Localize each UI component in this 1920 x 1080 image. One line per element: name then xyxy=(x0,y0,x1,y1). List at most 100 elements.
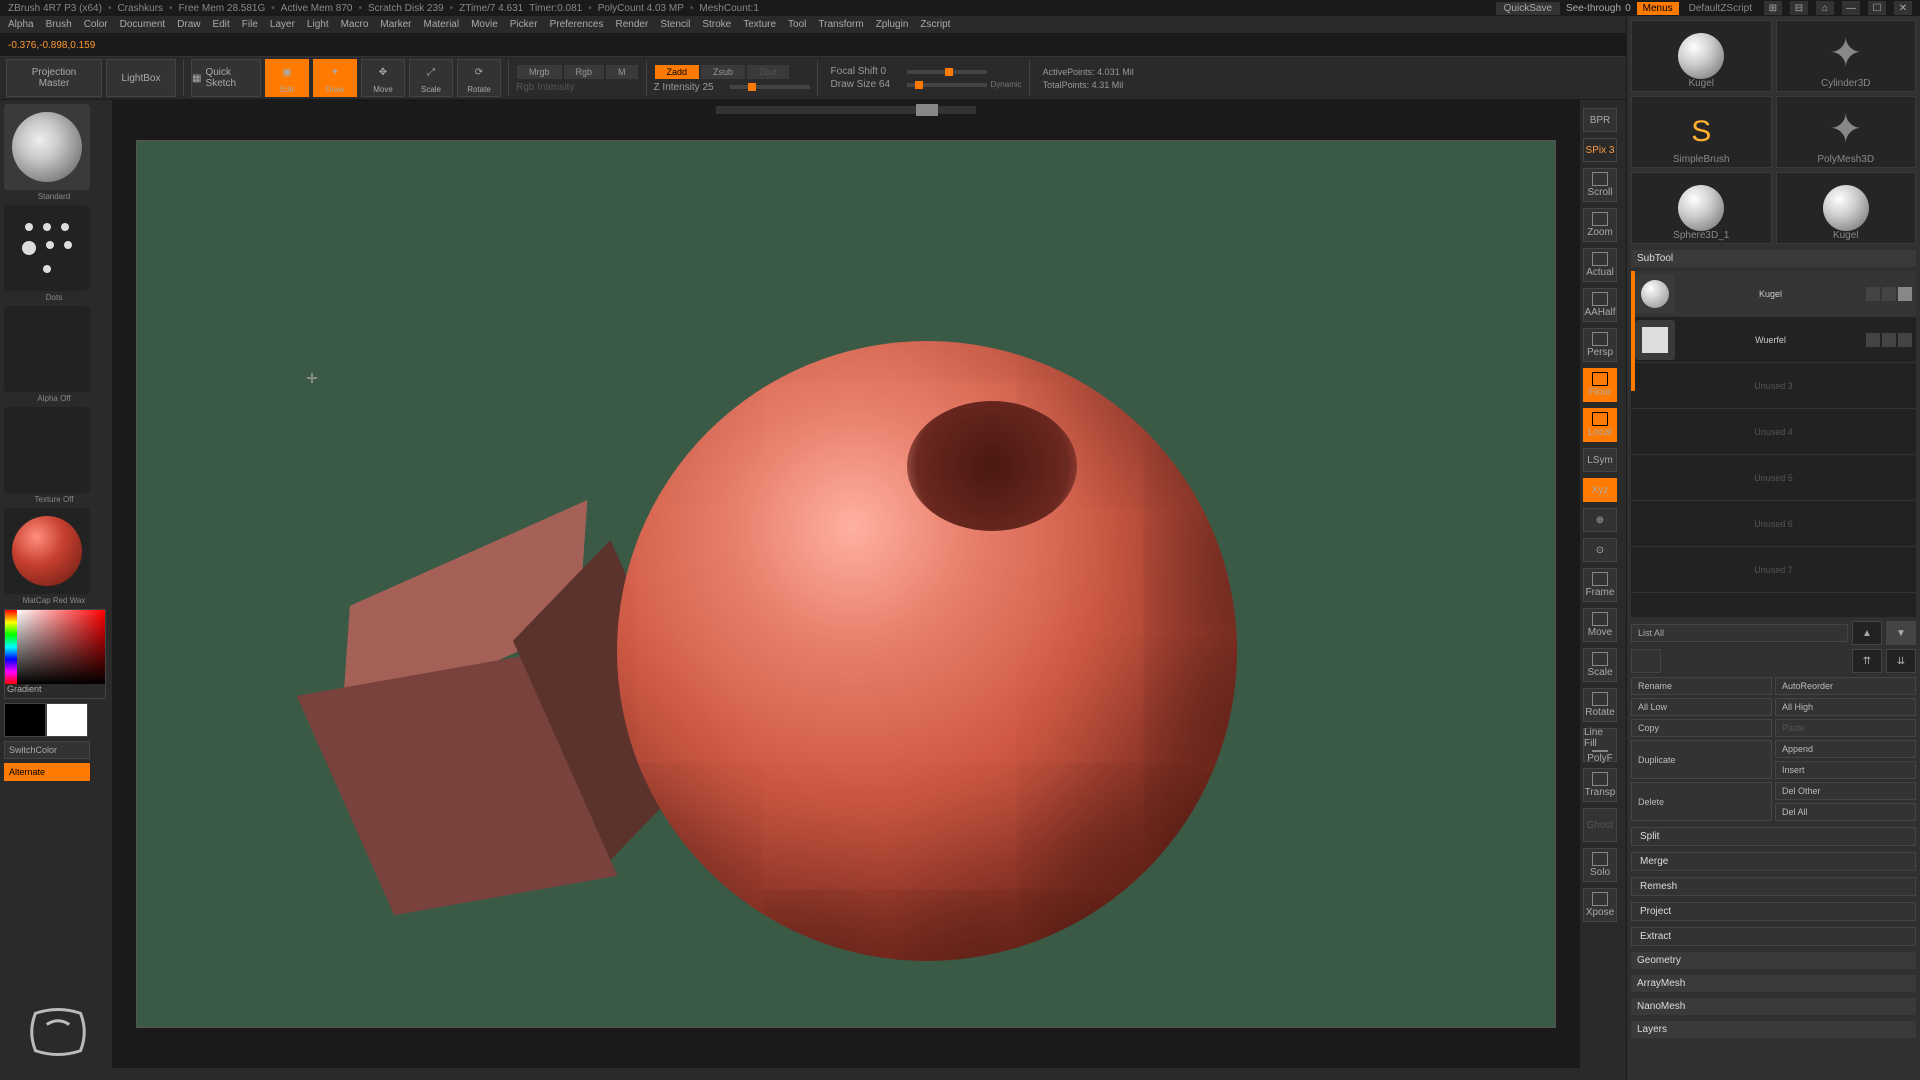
menu-texture[interactable]: Texture xyxy=(743,19,776,30)
menu-macro[interactable]: Macro xyxy=(341,19,369,30)
menu-transform[interactable]: Transform xyxy=(818,19,863,30)
menu-picker[interactable]: Picker xyxy=(510,19,538,30)
layers-header[interactable]: Layers xyxy=(1631,1021,1916,1038)
floor-button[interactable]: Floor xyxy=(1583,368,1617,402)
center-button[interactable]: ⊕ xyxy=(1583,508,1617,532)
xpose-button[interactable]: Xpose xyxy=(1583,888,1617,922)
menu-marker[interactable]: Marker xyxy=(380,19,411,30)
zcut-button[interactable]: Zcut xyxy=(746,64,790,80)
nav-first-button[interactable] xyxy=(1631,649,1661,673)
transp-button[interactable]: Transp xyxy=(1583,768,1617,802)
lightbox-button[interactable]: LightBox xyxy=(106,59,176,97)
split-section[interactable]: Split xyxy=(1631,827,1916,846)
zadd-button[interactable]: Zadd xyxy=(654,64,701,80)
subtool-item-kugel[interactable]: Kugel xyxy=(1631,271,1916,317)
document-viewport[interactable] xyxy=(136,140,1556,1028)
eye-icon[interactable] xyxy=(1898,287,1912,301)
paint-icon[interactable] xyxy=(1866,287,1880,301)
texture-selector[interactable] xyxy=(4,407,90,493)
default-zscript[interactable]: DefaultZScript xyxy=(1685,3,1756,14)
vis-icon[interactable] xyxy=(1882,287,1896,301)
home-icon[interactable]: ⌂ xyxy=(1816,1,1834,15)
menu-edit[interactable]: Edit xyxy=(213,19,230,30)
menus-button[interactable]: Menus xyxy=(1637,2,1679,15)
menu-brush[interactable]: Brush xyxy=(46,19,72,30)
persp-button[interactable]: Persp xyxy=(1583,328,1617,362)
z-intensity-track[interactable] xyxy=(730,85,810,89)
sv-area[interactable] xyxy=(17,610,105,684)
edit-button[interactable]: ▣Edit xyxy=(265,59,309,97)
append-button[interactable]: Append xyxy=(1775,740,1916,758)
dock-icon[interactable]: ⊞ xyxy=(1764,1,1782,15)
close-icon[interactable]: ✕ xyxy=(1894,1,1912,15)
autoreorder-button[interactable]: AutoReorder xyxy=(1775,677,1916,695)
menu-layer[interactable]: Layer xyxy=(270,19,295,30)
menu-color[interactable]: Color xyxy=(84,19,108,30)
tool-sphere3d-1[interactable]: Sphere3D_1 xyxy=(1631,172,1772,244)
nav-scale-button[interactable]: Scale xyxy=(1583,648,1617,682)
primary-color-swatch[interactable] xyxy=(46,703,88,737)
subtool-item-wuerfel[interactable]: Wuerfel xyxy=(1631,317,1916,363)
draw-button[interactable]: ✦Draw xyxy=(313,59,357,97)
menu-alpha[interactable]: Alpha xyxy=(8,19,34,30)
project-section[interactable]: Project xyxy=(1631,902,1916,921)
draw-size-track[interactable] xyxy=(907,83,987,87)
alternate-button[interactable]: Alternate xyxy=(4,763,90,781)
duplicate-button[interactable]: Duplicate xyxy=(1631,740,1772,779)
delete-button[interactable]: Delete xyxy=(1631,782,1772,821)
nanomesh-header[interactable]: NanoMesh xyxy=(1631,998,1916,1015)
all-high-button[interactable]: All High xyxy=(1775,698,1916,716)
del-other-button[interactable]: Del Other xyxy=(1775,782,1916,800)
document-scroll-slider[interactable] xyxy=(716,106,976,114)
all-low-button[interactable]: All Low xyxy=(1631,698,1772,716)
copy-button[interactable]: Copy xyxy=(1631,719,1772,737)
menu-preferences[interactable]: Preferences xyxy=(550,19,604,30)
remesh-section[interactable]: Remesh xyxy=(1631,877,1916,896)
menu-tool[interactable]: Tool xyxy=(788,19,806,30)
del-all-button[interactable]: Del All xyxy=(1775,803,1916,821)
linefill-button[interactable]: Line FillPolyF xyxy=(1583,728,1617,762)
bpr-button[interactable]: BPR xyxy=(1583,108,1617,132)
move-down-button[interactable]: ▼ xyxy=(1886,621,1916,645)
menu-render[interactable]: Render xyxy=(616,19,649,30)
list-all-button[interactable]: List All xyxy=(1631,624,1848,642)
maximize-icon[interactable]: ☐ xyxy=(1868,1,1886,15)
move-down-alt-button[interactable]: ⇊ xyxy=(1886,649,1916,673)
zoom-extents-button[interactable]: ⊙ xyxy=(1583,538,1617,562)
ghost-button[interactable]: Ghost xyxy=(1583,808,1617,842)
tool-kugel[interactable]: Kugel xyxy=(1631,20,1772,92)
menu-stroke[interactable]: Stroke xyxy=(702,19,731,30)
dynamic-label[interactable]: Dynamic xyxy=(991,80,1022,89)
menu-movie[interactable]: Movie xyxy=(471,19,498,30)
quicksave-button[interactable]: QuickSave xyxy=(1496,2,1560,15)
rename-button[interactable]: Rename xyxy=(1631,677,1772,695)
brush-selector[interactable] xyxy=(4,104,90,190)
merge-section[interactable]: Merge xyxy=(1631,852,1916,871)
solo-button[interactable]: Solo xyxy=(1583,848,1617,882)
mrgb-button[interactable]: Mrgb xyxy=(516,64,563,80)
geometry-header[interactable]: Geometry xyxy=(1631,952,1916,969)
menu-zplugin[interactable]: Zplugin xyxy=(876,19,909,30)
move-button[interactable]: ✥Move xyxy=(361,59,405,97)
switch-color-button[interactable]: SwitchColor xyxy=(4,741,90,759)
scale-button[interactable]: ⤢Scale xyxy=(409,59,453,97)
zsub-button[interactable]: Zsub xyxy=(700,64,746,80)
z-intensity-slider[interactable]: Z Intensity 25 xyxy=(654,82,726,93)
menu-zscript[interactable]: Zscript xyxy=(920,19,950,30)
extract-section[interactable]: Extract xyxy=(1631,927,1916,946)
quick-sketch-button[interactable]: ▦ Quick Sketch xyxy=(191,59,261,97)
menu-material[interactable]: Material xyxy=(424,19,460,30)
material-selector[interactable] xyxy=(4,508,90,594)
hue-strip[interactable] xyxy=(5,610,17,684)
vis-icon[interactable] xyxy=(1882,333,1896,347)
spix-slider[interactable]: SPix 3 xyxy=(1583,138,1617,162)
lsym-button[interactable]: LSym xyxy=(1583,448,1617,472)
minimize-icon[interactable]: — xyxy=(1842,1,1860,15)
rotate-button[interactable]: ⟳Rotate xyxy=(457,59,501,97)
move-up-button[interactable]: ▲ xyxy=(1852,621,1882,645)
aahalf-button[interactable]: AAHalf xyxy=(1583,288,1617,322)
zoom-button[interactable]: Zoom xyxy=(1583,208,1617,242)
secondary-color-swatch[interactable] xyxy=(4,703,46,737)
tool-kugel-2[interactable]: Kugel xyxy=(1776,172,1917,244)
focal-shift-track[interactable] xyxy=(907,70,987,74)
